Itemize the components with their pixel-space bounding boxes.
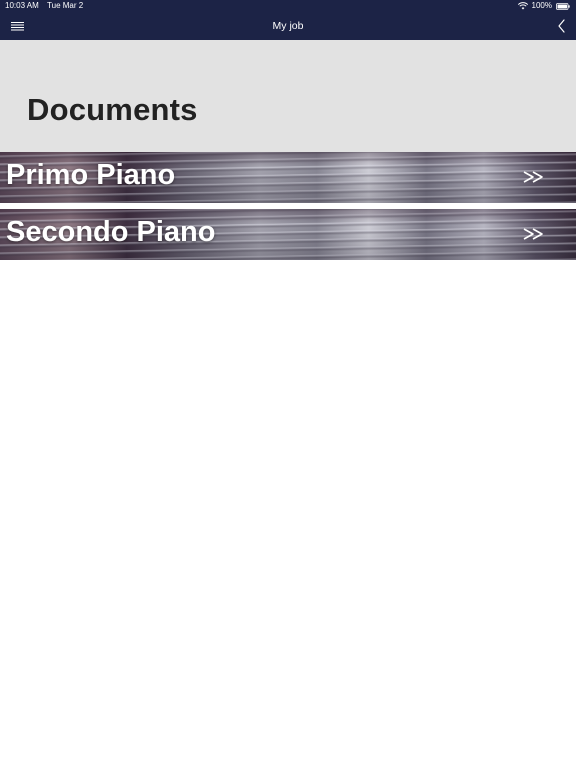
banner-primo-piano[interactable]: Primo Piano (0, 152, 576, 203)
banner-label: Secondo Piano (6, 216, 216, 248)
banner-label: Primo Piano (6, 159, 176, 191)
top-bar: 10:03 AM Tue Mar 2 100% My job (0, 0, 576, 40)
status-date: Tue Mar 2 (47, 1, 84, 10)
page-title: My job (272, 20, 304, 32)
wifi-icon (517, 2, 528, 10)
documents-header: Documents (0, 40, 576, 152)
nav-bar: My job (0, 12, 576, 40)
status-left: 10:03 AM Tue Mar 2 (5, 0, 83, 12)
double-chevron-right-icon (523, 228, 543, 240)
double-chevron-right-icon (523, 171, 543, 183)
banner-secondo-piano[interactable]: Secondo Piano (0, 209, 576, 260)
battery-percent: 100% (531, 1, 552, 10)
chevron-left-icon[interactable] (556, 18, 568, 34)
status-bar: 10:03 AM Tue Mar 2 100% (0, 0, 576, 12)
status-time: 10:03 AM (5, 1, 39, 10)
status-right: 100% (517, 0, 570, 12)
documents-title: Documents (27, 92, 198, 127)
battery-icon (556, 2, 570, 10)
